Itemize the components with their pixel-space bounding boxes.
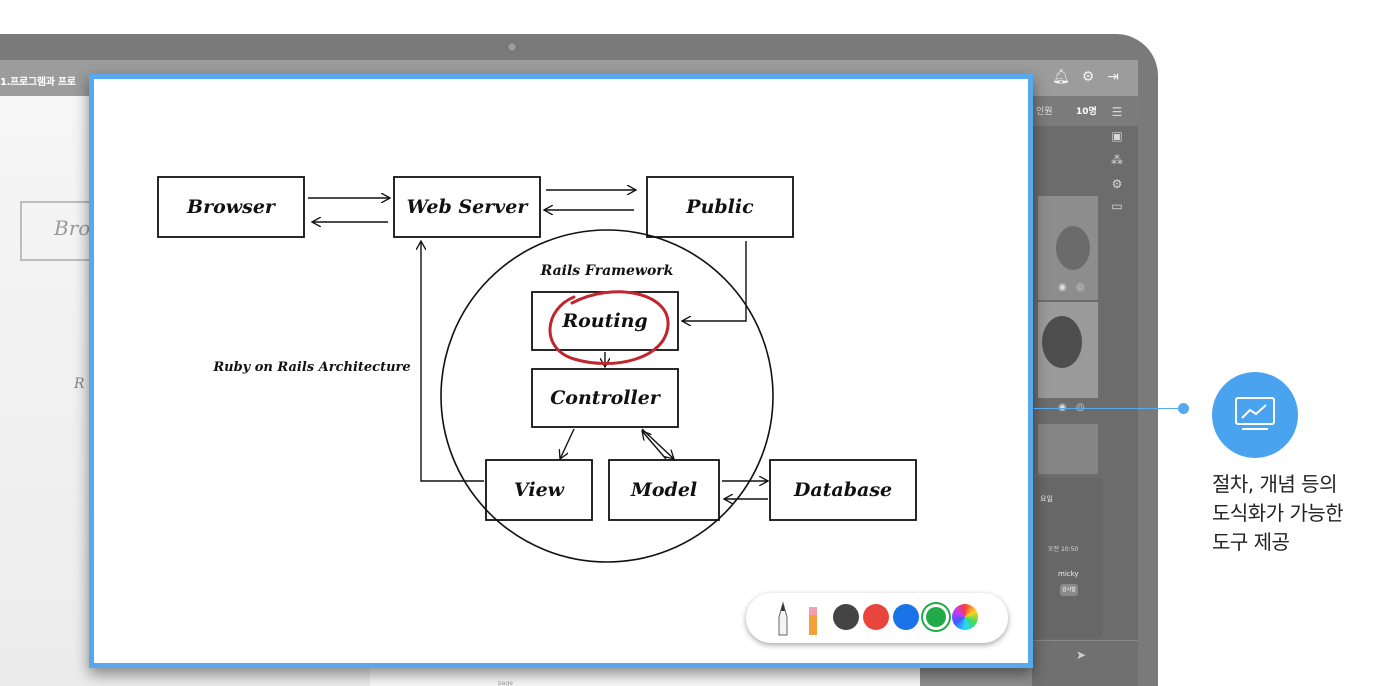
- chat-label: 요일: [1040, 495, 1053, 503]
- diagram-canvas[interactable]: Browser Web Server Public Routing Contro…: [94, 79, 1028, 663]
- caption-line: 절차, 개념 등의: [1212, 472, 1337, 496]
- list-icon[interactable]: ☰: [1108, 104, 1126, 120]
- routing-label: Routing: [561, 310, 647, 332]
- color-blue[interactable]: [893, 604, 919, 630]
- chat-time: 오전 10:50: [1048, 546, 1079, 553]
- background-box-text: Bro: [54, 216, 91, 240]
- chat-user: micky: [1058, 570, 1079, 578]
- laptop-camera: [507, 42, 517, 52]
- pen-icon[interactable]: [776, 601, 790, 637]
- screen-share-icon[interactable]: ▣: [1108, 128, 1126, 144]
- send-icon[interactable]: ➤: [1076, 648, 1086, 662]
- document-title: 1.프로그램과 프로: [0, 77, 76, 88]
- callout-connector: [1034, 408, 1184, 409]
- participants-count: 10명: [1076, 107, 1097, 117]
- video-tile[interactable]: [1038, 302, 1098, 398]
- exit-icon[interactable]: ⇥: [1104, 68, 1122, 86]
- video-tile[interactable]: [1038, 424, 1098, 474]
- callout-caption: 절차, 개념 등의 도식화가 가능한 도구 제공: [1212, 470, 1386, 557]
- camera-icon[interactable]: ◉: [1058, 282, 1067, 293]
- bell-icon[interactable]: 🔔︎: [1052, 68, 1070, 86]
- network-icon[interactable]: ⁂: [1108, 152, 1126, 168]
- architecture-label: Ruby on Rails Architecture: [212, 360, 410, 375]
- arrow-controller-to-view: [560, 428, 575, 459]
- video-tile[interactable]: [1038, 196, 1098, 300]
- whiteboard-icon[interactable]: ▭: [1108, 198, 1126, 214]
- participants-label: 인원: [1036, 107, 1053, 117]
- database-label: Database: [793, 479, 892, 501]
- caption-line: 도구 제공: [1212, 530, 1290, 554]
- color-green-selected[interactable]: [923, 604, 949, 630]
- public-label: Public: [685, 196, 754, 218]
- mic-icon[interactable]: ◎: [1076, 282, 1085, 293]
- arrow-view-to-webserver: [421, 241, 484, 482]
- web-server-label: Web Server: [407, 196, 530, 218]
- controller-label: Controller: [550, 387, 662, 409]
- arrow-model-to-controller: [642, 431, 667, 460]
- chat-bubble: 감사합니다.: [1060, 584, 1078, 596]
- stage: 1.프로그램과 프로 🔔︎ ⚙ ⇥ Bro R page 인원 10명 ☰ ▣ …: [0, 0, 1386, 686]
- color-picker[interactable]: [952, 604, 978, 630]
- whiteboard[interactable]: Browser Web Server Public Routing Contro…: [89, 74, 1033, 668]
- framework-label: Rails Framework: [540, 263, 674, 279]
- background-text: R: [74, 376, 85, 392]
- callout-badge: [1212, 372, 1298, 458]
- participant-face: [1056, 226, 1090, 270]
- view-label: View: [514, 479, 565, 501]
- participant-face: [1042, 316, 1082, 368]
- chat-input[interactable]: [1032, 640, 1138, 686]
- color-red[interactable]: [863, 604, 889, 630]
- browser-label: Browser: [186, 196, 277, 218]
- highlighter-icon[interactable]: [806, 605, 820, 637]
- chart-board-icon: [1235, 397, 1275, 430]
- settings-icon[interactable]: ⚙: [1108, 176, 1126, 192]
- arrow-controller-to-model: [641, 428, 674, 459]
- caption-line: 도식화가 가능한: [1212, 501, 1344, 525]
- callout-connector-dot: [1178, 403, 1189, 414]
- page-number: page: [498, 680, 513, 686]
- color-dark-gray[interactable]: [833, 604, 859, 630]
- pen-toolbar: [746, 593, 1008, 643]
- model-label: Model: [630, 479, 697, 501]
- gear-icon[interactable]: ⚙: [1079, 68, 1097, 86]
